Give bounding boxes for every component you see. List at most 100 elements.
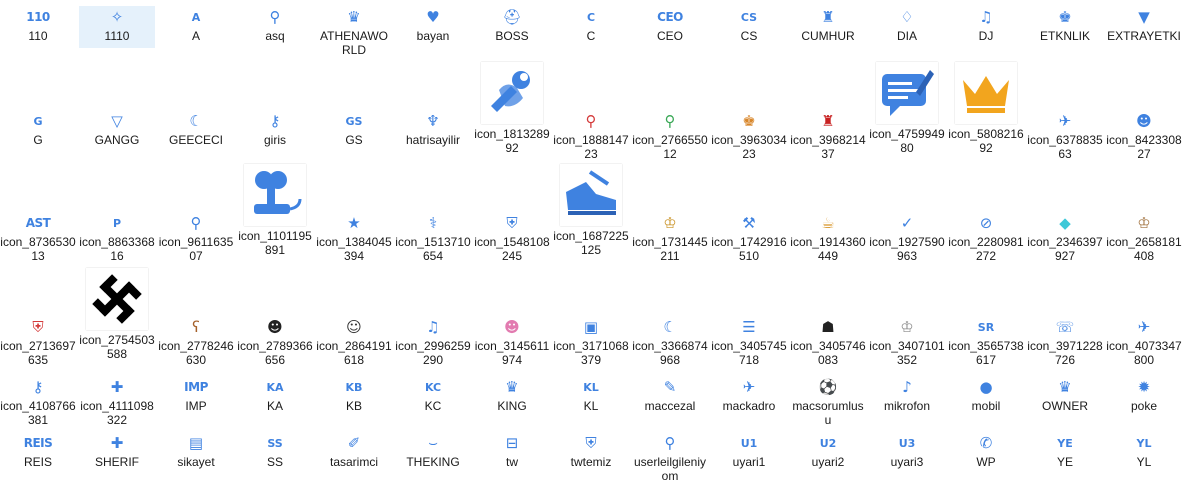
file-item[interactable]: ✚ SHERIF bbox=[79, 432, 155, 469]
file-item[interactable]: ⊟ tw bbox=[474, 432, 550, 469]
file-item[interactable]: ♥ bayan bbox=[395, 6, 471, 43]
file-item[interactable]: AST icon_873653013 bbox=[0, 212, 76, 263]
file-item[interactable]: ✈ icon_4073347800 bbox=[1106, 316, 1182, 367]
file-item[interactable]: ♛ KING bbox=[474, 376, 550, 413]
file-item[interactable]: ♚ ETKNLIK bbox=[1027, 6, 1103, 43]
statue-icon: ♜ bbox=[821, 7, 835, 26]
file-item[interactable]: icon_580821692 bbox=[948, 62, 1024, 155]
file-item[interactable]: ♢ DIA bbox=[869, 6, 945, 43]
file-item[interactable]: 110 110 bbox=[0, 6, 76, 43]
file-item[interactable]: KL KL bbox=[553, 376, 629, 414]
file-item[interactable]: ☗ icon_3405746083 bbox=[790, 316, 866, 367]
file-item[interactable]: ♛ OWNER bbox=[1027, 376, 1103, 413]
file-item[interactable]: ♔ icon_3407101352 bbox=[869, 316, 945, 367]
file-item[interactable]: icon_475994980 bbox=[869, 62, 945, 155]
file-item[interactable]: ◆ icon_2346397927 bbox=[1027, 212, 1103, 263]
file-item[interactable]: ✐ tasarimci bbox=[316, 432, 392, 469]
file-item[interactable]: ♜ CUMHUR bbox=[790, 6, 866, 43]
file-item[interactable]: icon_2754503588 bbox=[79, 268, 155, 361]
file-label: asq bbox=[265, 29, 285, 43]
file-item[interactable]: ⛑ BOSS bbox=[474, 6, 550, 43]
file-item[interactable]: ☺ icon_2864191618 bbox=[316, 316, 392, 367]
file-item[interactable]: icon_1101195891 bbox=[237, 164, 313, 257]
file-label: OWNER bbox=[1042, 399, 1088, 413]
file-item[interactable]: ♜ icon_396821437 bbox=[790, 110, 866, 161]
file-item[interactable]: KC KC bbox=[395, 376, 471, 414]
file-item[interactable]: ⚲ icon_276655012 bbox=[632, 110, 708, 161]
file-item[interactable]: ✓ icon_1927590963 bbox=[869, 212, 945, 263]
file-item[interactable]: ⛨ icon_2713697635 bbox=[0, 316, 76, 367]
file-item[interactable]: ☻ icon_3145611974 bbox=[474, 316, 550, 367]
file-item[interactable]: ⚲ icon_188814723 bbox=[553, 110, 629, 161]
file-item[interactable]: ⚕ icon_1513710654 bbox=[395, 212, 471, 263]
file-item[interactable]: ✈ mackadro bbox=[711, 376, 787, 413]
file-label: icon_580821692 bbox=[948, 127, 1024, 155]
file-item[interactable]: U3 uyari3 bbox=[869, 432, 945, 470]
file-item[interactable]: ⛨ twtemiz bbox=[553, 432, 629, 469]
file-item[interactable]: ♔ icon_1731445211 bbox=[632, 212, 708, 263]
file-item[interactable]: ♫ icon_2996259290 bbox=[395, 316, 471, 367]
file-item[interactable]: AA bbox=[158, 6, 234, 44]
file-item[interactable]: ☻ icon_2789366656 bbox=[237, 316, 313, 367]
file-item[interactable]: ☰ icon_3405745718 bbox=[711, 316, 787, 367]
user-red-badge-icon: ⚲ bbox=[585, 111, 597, 130]
file-item[interactable]: ☻ icon_842330827 bbox=[1106, 110, 1182, 161]
file-item[interactable]: ♪ mikrofon bbox=[869, 376, 945, 413]
file-item[interactable]: CC bbox=[553, 6, 629, 44]
file-item[interactable]: icon_1687225125 bbox=[553, 164, 629, 257]
file-item[interactable]: CEO CEO bbox=[632, 6, 708, 43]
file-item[interactable]: ☾ icon_3366874968 bbox=[632, 316, 708, 367]
file-item[interactable]: ⌣ THEKING bbox=[395, 432, 471, 469]
file-item[interactable]: KA KA bbox=[237, 376, 313, 414]
file-item[interactable]: ✈ icon_637883563 bbox=[1027, 110, 1103, 161]
file-item[interactable]: REIS REIS bbox=[0, 432, 76, 469]
file-item[interactable]: ▣ icon_3171068379 bbox=[553, 316, 629, 367]
file-item[interactable]: ⚷ icon_4108766381 bbox=[0, 376, 76, 427]
file-item[interactable]: ⚒ icon_1742916510 bbox=[711, 212, 787, 263]
file-item[interactable]: ● mobil bbox=[948, 376, 1024, 413]
file-item[interactable]: ♛ ATHENAWORLD bbox=[316, 6, 392, 57]
file-item[interactable]: ⊘ icon_2280981272 bbox=[948, 212, 1024, 263]
checklist-icon: ☰ bbox=[742, 317, 756, 336]
file-item[interactable]: ☾ GEECECI bbox=[158, 110, 234, 147]
u2-text-icon: U2 bbox=[819, 436, 837, 450]
file-item[interactable]: ▼ EXTRAYETKI bbox=[1106, 6, 1182, 43]
file-item[interactable]: U1 uyari1 bbox=[711, 432, 787, 470]
file-item[interactable]: ʕ icon_2778246630 bbox=[158, 316, 234, 367]
file-item[interactable]: U2 uyari2 bbox=[790, 432, 866, 470]
file-item[interactable]: ♔ icon_2658181408 bbox=[1106, 212, 1182, 263]
file-item[interactable]: GG bbox=[0, 110, 76, 148]
file-item[interactable]: GS GS bbox=[316, 110, 392, 148]
file-item[interactable]: ⚲ userleilgileniyom bbox=[632, 432, 708, 483]
wings-icon: ✧ bbox=[110, 7, 124, 26]
file-item[interactable]: ▽ GANGG bbox=[79, 110, 155, 147]
file-item[interactable]: ⚲ asq bbox=[237, 6, 313, 43]
file-item[interactable]: KB KB bbox=[316, 376, 392, 414]
file-item[interactable]: IMP IMP bbox=[158, 376, 234, 413]
file-item[interactable]: YE YE bbox=[1027, 432, 1103, 470]
file-item[interactable]: ⛨ icon_1548108245 bbox=[474, 212, 550, 263]
file-item[interactable]: ♆ hatrisayilir bbox=[395, 110, 471, 147]
file-item[interactable]: icon_181328992 bbox=[474, 62, 550, 155]
file-item[interactable]: YL YL bbox=[1106, 432, 1182, 470]
file-item[interactable]: ♚ icon_396303423 bbox=[711, 110, 787, 161]
file-item[interactable]: ⚲ icon_961163507 bbox=[158, 212, 234, 263]
file-item[interactable]: ✆ WP bbox=[948, 432, 1024, 469]
whatsapp-icon: ✆ bbox=[979, 433, 993, 452]
file-item[interactable]: ✹ poke bbox=[1106, 376, 1182, 413]
file-item[interactable]: Picon_886336816 bbox=[79, 212, 155, 264]
user-icon: ☻ bbox=[1136, 111, 1152, 130]
file-item[interactable]: ✎ maccezal bbox=[632, 376, 708, 413]
file-item[interactable]: CS CS bbox=[711, 6, 787, 44]
file-item[interactable]: ✧ 1110 bbox=[79, 6, 155, 48]
file-item[interactable]: SR icon_3565738617 bbox=[948, 316, 1024, 368]
file-item[interactable]: ▤ sikayet bbox=[158, 432, 234, 469]
file-item[interactable]: ☕ icon_1914360449 bbox=[790, 212, 866, 263]
file-item[interactable]: ⚽ macsorumlusu bbox=[790, 376, 866, 427]
file-item[interactable]: ★ icon_1384045394 bbox=[316, 212, 392, 263]
file-item[interactable]: ♫ DJ bbox=[948, 6, 1024, 43]
file-item[interactable]: ☏ icon_3971228726 bbox=[1027, 316, 1103, 367]
file-item[interactable]: ✚ icon_4111098322 bbox=[79, 376, 155, 427]
file-item[interactable]: SS SS bbox=[237, 432, 313, 470]
file-item[interactable]: ⚷ giris bbox=[237, 110, 313, 147]
